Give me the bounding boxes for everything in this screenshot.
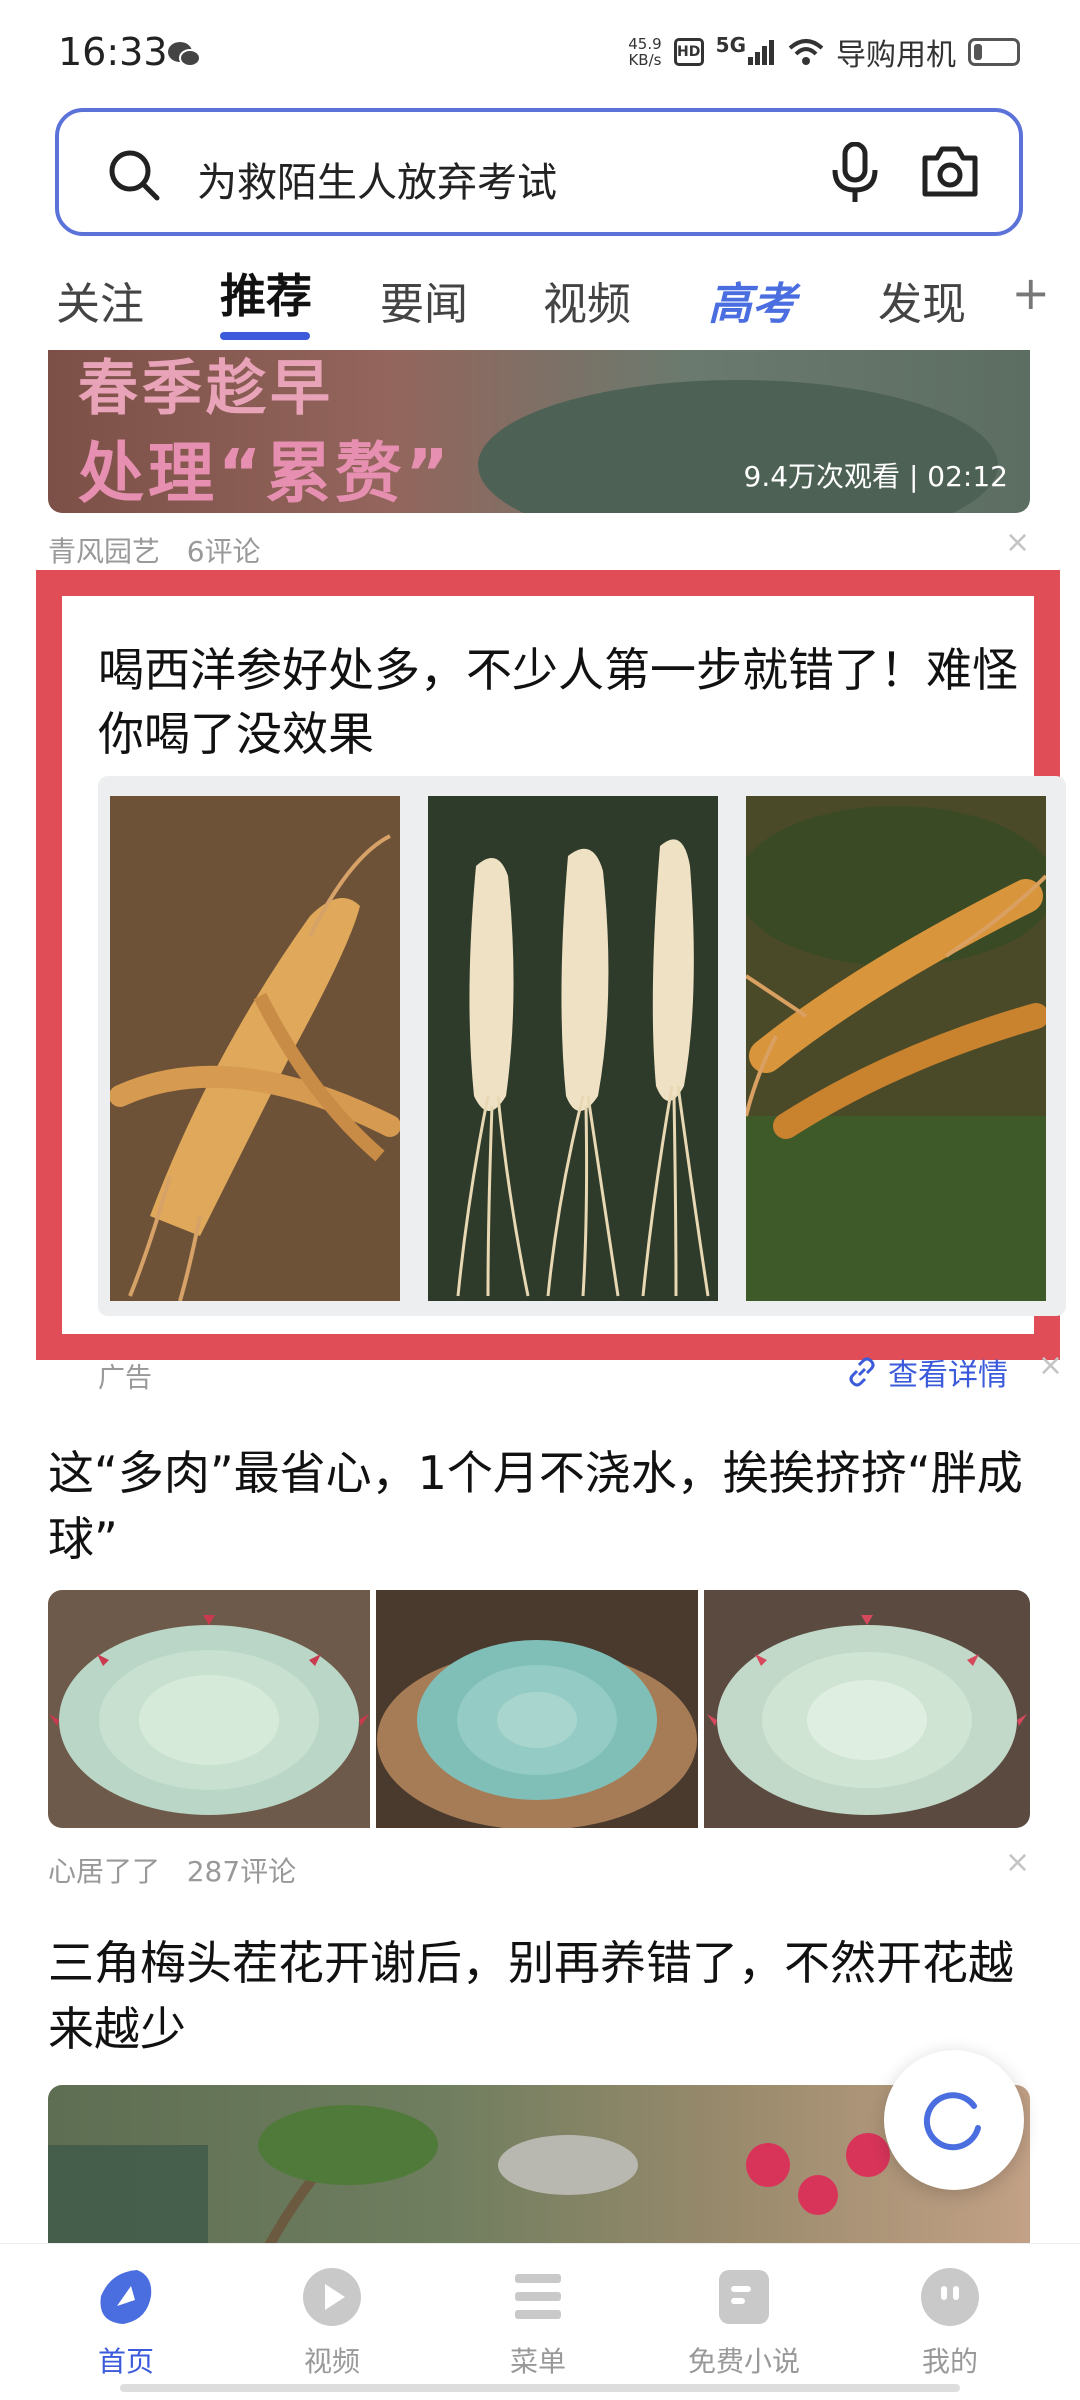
ginseng-image-2[interactable] — [428, 796, 718, 1301]
article-title[interactable]: 三角梅头茬花开谢后，别再养错了，不然开花越来越少 — [48, 1930, 1048, 2062]
home-indicator — [120, 2384, 960, 2392]
nav-novels[interactable]: 免费小说 — [654, 2266, 834, 2380]
bottom-navigation: 首页 视频 菜单 免费小说 我的 — [0, 2243, 1080, 2400]
carrier-name: 导购用机 — [836, 38, 956, 73]
item-meta: 青风园艺 6评论 — [48, 530, 261, 570]
profile-icon — [921, 2268, 979, 2326]
play-icon — [303, 2268, 361, 2326]
nav-home[interactable]: 首页 — [36, 2266, 216, 2380]
ad-title[interactable]: 喝西洋参好处多，不少人第一步就错了！难怪你喝了没效果 — [98, 638, 1058, 766]
status-bar: 16:33 45.9 KB/s HD 5G 导购用机 — [0, 0, 1080, 108]
wechat-icon — [168, 42, 201, 67]
net-speed: 45.9 KB/s — [628, 35, 662, 69]
thumbnail-overlay-text: 春季趁早 — [78, 354, 334, 424]
add-channel-button[interactable]: + — [1011, 266, 1050, 320]
book-icon — [719, 2270, 769, 2324]
tab-discover[interactable]: 发现 — [878, 268, 966, 332]
tab-video[interactable]: 视频 — [543, 268, 631, 332]
dismiss-icon[interactable]: × — [1005, 1845, 1030, 1880]
tab-follow[interactable]: 关注 — [56, 268, 144, 332]
ginseng-image-1[interactable] — [110, 796, 400, 1301]
item-meta: 心居了了 287评论 — [48, 1850, 296, 1890]
menu-icon — [515, 2274, 561, 2319]
succulent-image-1[interactable] — [48, 1590, 370, 1828]
succulent-image-3[interactable] — [704, 1590, 1030, 1828]
active-tab-indicator — [220, 332, 310, 340]
tab-gaokao[interactable]: 高考 — [708, 268, 796, 332]
camera-icon[interactable] — [921, 144, 979, 198]
succulent-image-2[interactable] — [376, 1590, 698, 1828]
battery-icon — [968, 38, 1020, 66]
article-image[interactable] — [48, 2085, 1030, 2243]
nav-menu[interactable]: 菜单 — [448, 2266, 628, 2380]
dismiss-icon[interactable]: × — [1005, 525, 1030, 560]
channel-tabs: 关注 推荐 要闻 视频 高考 发现 + — [0, 250, 1080, 350]
hd-badge: HD — [673, 38, 704, 66]
item-source: 心居了了 — [48, 1855, 161, 1888]
status-time: 16:33 — [58, 30, 168, 74]
tab-recommend[interactable]: 推荐 — [220, 260, 312, 326]
refresh-icon — [923, 2092, 981, 2151]
wifi-icon — [788, 39, 824, 65]
signal-icon: 5G — [716, 33, 776, 65]
nav-video[interactable]: 视频 — [242, 2266, 422, 2380]
news-feed[interactable]: 春季趁早 处理“累赘” 9.4万次观看 | 02:12 青风园艺 6评论 × 喝… — [0, 350, 1080, 2243]
thumbnail-overlay-text: 处理“累赘” — [78, 435, 453, 512]
video-thumbnail[interactable]: 春季趁早 处理“累赘” 9.4万次观看 | 02:12 — [48, 350, 1030, 513]
view-details-label[interactable]: 查看详情 — [888, 1350, 1008, 1394]
article-title[interactable]: 这“多肉”最省心，1个月不浇水，挨挨挤挤“胖成球” — [48, 1440, 1038, 1572]
nav-profile[interactable]: 我的 — [860, 2266, 1040, 2380]
link-icon — [849, 1357, 875, 1387]
ad-label: 广告 — [98, 1363, 152, 1394]
refresh-button[interactable] — [884, 2050, 1024, 2190]
home-icon — [100, 2270, 152, 2324]
dismiss-icon[interactable]: × — [1038, 1348, 1063, 1383]
video-views-duration: 9.4万次观看 | 02:12 — [743, 460, 1008, 493]
article-image-strip[interactable] — [48, 1590, 1030, 1828]
item-comments: 287评论 — [186, 1855, 297, 1888]
status-indicators: 45.9 KB/s HD 5G 导购用机 — [628, 30, 1020, 74]
ginseng-image-3[interactable] — [746, 796, 1046, 1301]
ad-image-strip[interactable] — [98, 776, 1066, 1316]
item-comments: 6评论 — [186, 535, 261, 568]
search-bar[interactable]: 为救陌生人放弃考试 — [55, 108, 1023, 236]
microphone-icon[interactable] — [831, 142, 879, 204]
tab-headlines[interactable]: 要闻 — [380, 268, 468, 332]
search-query[interactable]: 为救陌生人放弃考试 — [197, 150, 557, 208]
ad-card[interactable]: 喝西洋参好处多，不少人第一步就错了！难怪你喝了没效果 广告 查看详情 × — [36, 570, 1066, 1394]
search-icon[interactable] — [107, 148, 161, 202]
view-details-link[interactable]: 查看详情 — [846, 1350, 1008, 1394]
item-source: 青风园艺 — [48, 535, 161, 568]
